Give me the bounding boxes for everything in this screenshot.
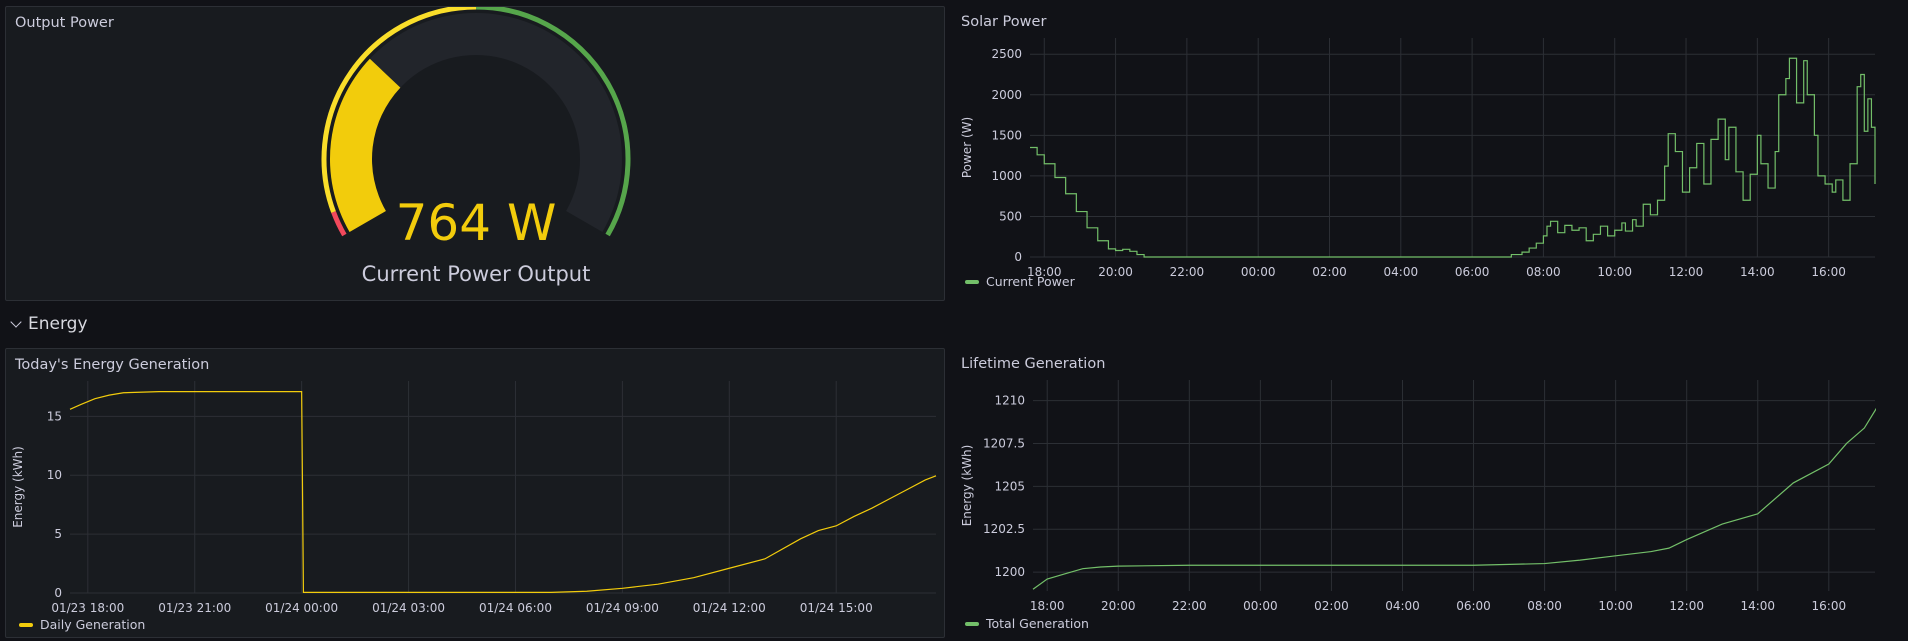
series-line — [1030, 57, 1876, 258]
y-tick-label: 10 — [47, 468, 62, 482]
output-power-panel: Output Power 764 W Current Power Output — [5, 6, 945, 301]
x-tick-label: 01/24 09:00 — [586, 601, 659, 615]
gauge-label: Current Power Output — [362, 262, 591, 286]
todays-energy-panel: Today's Energy Generation 0 5 10 15 01/23 18… — [5, 348, 945, 638]
x-tick-label: 12:00 — [1669, 599, 1704, 613]
y-tick-label: 15 — [47, 409, 62, 423]
x-tick-label: 04:00 — [1384, 265, 1419, 279]
x-tick-label: 08:00 — [1527, 599, 1562, 613]
x-tick-label: 20:00 — [1101, 599, 1136, 613]
lifetime-generation-panel: Lifetime Generation 1200 1202.5 1205 1207.5… — [960, 348, 1876, 638]
y-tick-label: 500 — [999, 209, 1022, 223]
x-tick-label: 00:00 — [1241, 265, 1276, 279]
y-tick-label: 0 — [1014, 250, 1022, 264]
x-tick-label: 02:00 — [1312, 265, 1347, 279]
row-title: Energy — [28, 314, 88, 334]
row-header-energy[interactable]: Energy — [10, 314, 88, 334]
x-tick-label: 20:00 — [1098, 265, 1133, 279]
x-tick-label: 18:00 — [1030, 599, 1065, 613]
legend-swatch — [965, 621, 979, 626]
x-tick-label: 04:00 — [1385, 599, 1420, 613]
y-axis-label: Energy (kWh) — [11, 446, 25, 528]
x-tick-label: 01/24 15:00 — [800, 601, 873, 615]
legend-label: Current Power — [986, 274, 1075, 289]
legend-current-power[interactable]: Current Power — [965, 274, 1075, 289]
y-tick-label: 1000 — [991, 169, 1022, 183]
legend-swatch — [19, 622, 33, 627]
x-tick-label: 10:00 — [1598, 599, 1633, 613]
x-tick-label: 06:00 — [1455, 265, 1490, 279]
legend-label: Daily Generation — [40, 617, 146, 632]
x-tick-label: 01/24 12:00 — [693, 601, 766, 615]
y-tick-label: 1500 — [991, 128, 1022, 142]
solar-power-panel: Solar Power 0 500 1000 1500 2000 2500 18:00 20:… — [960, 6, 1876, 301]
x-tick-label: 08:00 — [1526, 265, 1561, 279]
solar-power-chart: 0500100015002000250018:00 20:00 22:00 00:00… — [960, 38, 1876, 279]
series-line — [69, 391, 937, 594]
y-tick-label: 1200 — [994, 565, 1025, 579]
x-tick-label: 01/24 06:00 — [479, 601, 552, 615]
x-tick-label: 10:00 — [1597, 265, 1632, 279]
power-gauge: 764 W Current Power Output — [321, 7, 631, 286]
legend-swatch — [965, 279, 979, 284]
x-tick-label: 01/24 00:00 — [265, 601, 338, 615]
x-tick-label: 22:00 — [1172, 599, 1207, 613]
x-tick-label: 01/23 18:00 — [51, 601, 124, 615]
lifetime-generation-chart: 1200 1202.5 1205 1207.5 1210 18:00 20:00 22:00 0… — [960, 380, 1876, 613]
gauge-value: 764 W — [396, 194, 557, 252]
x-tick-label: 01/23 21:00 — [158, 601, 231, 615]
legend-daily-generation[interactable]: Daily Generation — [19, 617, 145, 632]
y-tick-label: 2000 — [991, 88, 1022, 102]
y-axis-label: Energy (kWh) — [960, 445, 974, 527]
x-tick-label: 16:00 — [1811, 265, 1846, 279]
x-tick-label: 00:00 — [1243, 599, 1278, 613]
legend-total-generation[interactable]: Total Generation — [965, 616, 1089, 631]
x-tick-label: 16:00 — [1812, 599, 1847, 613]
x-tick-label: 22:00 — [1170, 265, 1205, 279]
y-tick-label: 1205 — [994, 479, 1025, 493]
legend-label: Total Generation — [986, 616, 1089, 631]
x-tick-label: 14:00 — [1740, 265, 1775, 279]
x-tick-label: 06:00 — [1456, 599, 1491, 613]
y-tick-label: 1207.5 — [983, 436, 1025, 450]
series-line — [1032, 407, 1876, 590]
x-tick-label: 14:00 — [1740, 599, 1775, 613]
y-tick-label: 1210 — [994, 394, 1025, 408]
y-tick-label: 5 — [54, 527, 62, 541]
x-tick-label: 12:00 — [1669, 265, 1704, 279]
x-tick-label: 01/24 03:00 — [372, 601, 445, 615]
chevron-down-icon — [10, 316, 22, 328]
x-tick-label: 02:00 — [1314, 599, 1349, 613]
y-tick-label: 0 — [54, 586, 62, 600]
todays-energy-chart: 0 5 10 15 01/23 18:00 01/23 21:00 01/24 00:00 0… — [11, 381, 937, 615]
y-tick-label: 2500 — [991, 47, 1022, 61]
y-axis-label: Power (W) — [960, 117, 974, 178]
y-tick-label: 1202.5 — [983, 522, 1025, 536]
